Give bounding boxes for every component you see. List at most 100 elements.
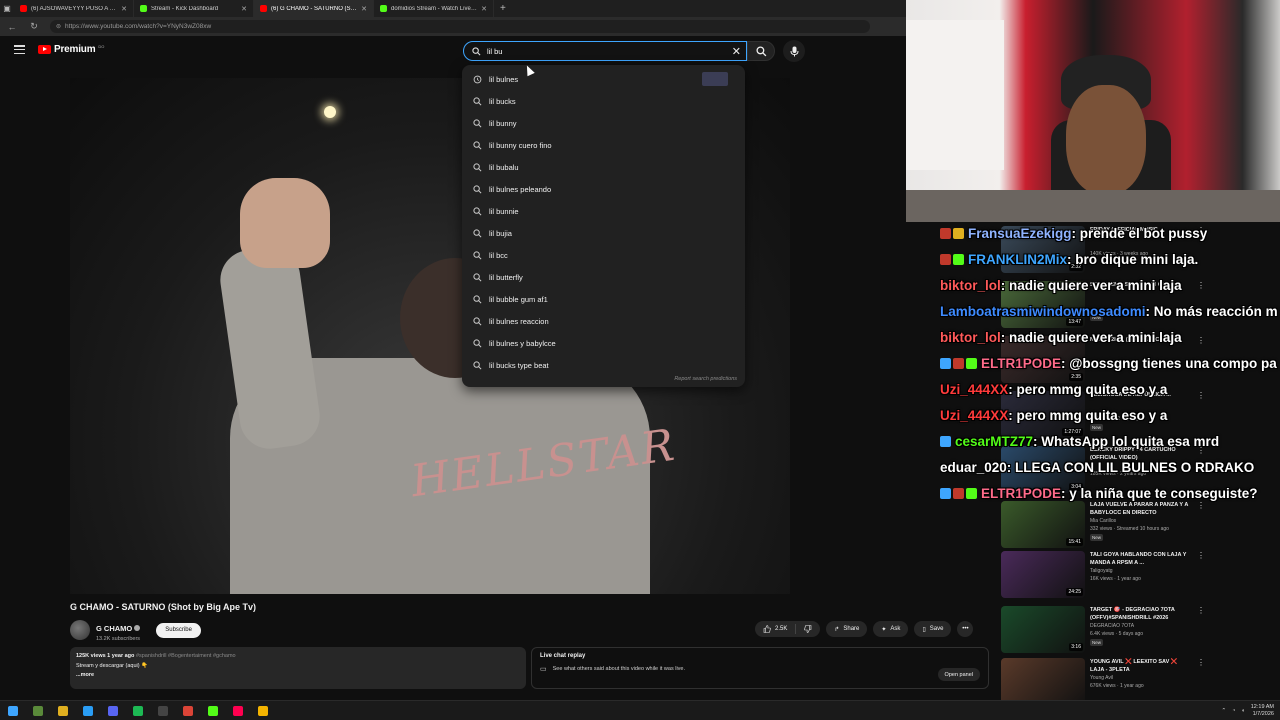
youtube-premium-logo[interactable]: Premium DO bbox=[38, 44, 104, 55]
window-menu-icon[interactable]: ▣ bbox=[0, 0, 14, 17]
tab-close-icon[interactable]: ✕ bbox=[121, 5, 127, 13]
tray-chevron-icon[interactable]: ⌃ bbox=[1221, 708, 1226, 714]
video-duration: 24:25 bbox=[1066, 588, 1083, 596]
browser-tab[interactable]: (6) AJSOWAVEYYY PUSO A MINI LAJA ✕ bbox=[14, 0, 134, 17]
description-hashtags[interactable]: #spanishdrill #Bogentertaiment #gchamo bbox=[136, 653, 236, 659]
recommended-video-title[interactable]: Young Avil ❌ Leexito Sav ❌ Laja - 3PLETA bbox=[1090, 658, 1190, 674]
tab-close-icon[interactable]: ✕ bbox=[241, 5, 247, 13]
more-link[interactable]: ...more bbox=[76, 671, 520, 681]
volume-icon[interactable]: ◖ bbox=[1241, 708, 1244, 714]
search-suggestion[interactable]: lil bulnes bbox=[462, 68, 745, 90]
video-thumbnail[interactable]: 24:25 bbox=[1001, 551, 1085, 598]
chat-badge-icon bbox=[940, 228, 951, 239]
youtube-play-icon bbox=[38, 45, 51, 54]
browser-tab[interactable]: (6) G CHAMO - SATURNO (Shot by Big Ape T… bbox=[254, 0, 374, 17]
taskbar-app-button[interactable] bbox=[150, 701, 175, 720]
recommended-video[interactable]: 3:16 TARGET 🎯 - DEGRACIAO 7OTA (OFFV)#sp… bbox=[1001, 606, 1280, 654]
more-vertical-icon[interactable]: ⋮ bbox=[1197, 658, 1205, 667]
dislike-button[interactable] bbox=[796, 621, 820, 637]
webcam-streamer-face bbox=[1066, 85, 1146, 195]
url-field[interactable]: ⊜ https://www.youtube.com/watch?v=YNyN3w… bbox=[50, 20, 870, 33]
more-actions-button[interactable]: ••• bbox=[957, 621, 974, 637]
chrome-profile-icon bbox=[257, 705, 268, 716]
share-icon: ↱ bbox=[834, 626, 840, 633]
search-suggestion[interactable]: lil bulnes reaccion bbox=[462, 310, 745, 332]
clear-search-icon[interactable]: ✕ bbox=[732, 45, 741, 58]
browser-tab[interactable]: Stream - Kick Dashboard ✕ bbox=[134, 0, 254, 17]
logo-country-code: DO bbox=[98, 44, 105, 49]
channel-name[interactable]: G CHAMO bbox=[96, 624, 132, 633]
recommended-channel[interactable]: Young Avil bbox=[1090, 675, 1113, 681]
search-suggestion[interactable]: lil bunnie bbox=[462, 200, 745, 222]
taskbar-app-button[interactable] bbox=[200, 701, 225, 720]
network-icon[interactable]: ◔ bbox=[1232, 708, 1235, 714]
subscribe-button[interactable]: Subscribe bbox=[156, 622, 201, 638]
taskbar-app-button[interactable] bbox=[25, 701, 50, 720]
windows-start-icon bbox=[7, 705, 18, 716]
video-thumbnail[interactable]: 3:16 bbox=[1001, 606, 1085, 653]
search-suggestion[interactable]: lil bujia bbox=[462, 222, 745, 244]
tab-close-icon[interactable]: ✕ bbox=[361, 5, 367, 13]
search-suggestion[interactable]: lil bubble gum af1 bbox=[462, 288, 745, 310]
search-suggestion[interactable]: lil bulnes y babylcce bbox=[462, 332, 745, 354]
share-button[interactable]: ↱ Share bbox=[826, 621, 868, 637]
open-panel-button[interactable]: Open panel bbox=[937, 668, 980, 681]
search-suggestion[interactable]: lil bucks bbox=[462, 90, 745, 112]
report-predictions-link[interactable]: Report search predictions bbox=[674, 376, 737, 382]
search-suggestion[interactable]: lil bulnes peleando bbox=[462, 178, 745, 200]
chat-message: Uzi_444XX: pero mmg quita eso y a bbox=[940, 382, 1167, 397]
like-dislike-group: 2.5K bbox=[755, 621, 821, 637]
search-button[interactable] bbox=[747, 41, 775, 61]
search-suggestion[interactable]: lil bunny cuero fino bbox=[462, 134, 745, 156]
recommended-video-title[interactable]: TALI GOYA HABLANDO CON LAJA Y MANDA A RP… bbox=[1090, 551, 1190, 567]
chat-text: : bro dique mini laja. bbox=[1067, 252, 1199, 267]
save-button[interactable]: ▯ Save bbox=[914, 621, 952, 637]
new-tab-button[interactable]: + bbox=[494, 3, 512, 14]
taskbar-app-button[interactable] bbox=[250, 701, 275, 720]
recommended-channel[interactable]: Mia Carillos bbox=[1090, 518, 1116, 524]
taskbar-app-button[interactable] bbox=[50, 701, 75, 720]
taskbar-app-button[interactable] bbox=[175, 701, 200, 720]
search-suggestion[interactable]: lil butterfly bbox=[462, 266, 745, 288]
taskbar-icons bbox=[0, 701, 275, 720]
reload-icon[interactable]: ↻ bbox=[28, 21, 40, 32]
search-suggestion[interactable]: lil bucks type beat bbox=[462, 354, 745, 376]
voice-search-button[interactable] bbox=[783, 40, 805, 62]
recommended-video[interactable]: 24:25 TALI GOYA HABLANDO CON LAJA Y MAND… bbox=[1001, 551, 1280, 599]
menu-icon[interactable] bbox=[14, 45, 25, 54]
description-box[interactable]: 125K views 1 year ago #spanishdrill #Bog… bbox=[70, 647, 526, 689]
suggestion-text: lil bunny cuero fino bbox=[489, 140, 552, 150]
chat-message: eduar_020: LLEGA CON LIL BULNES O RDRAKO bbox=[940, 460, 1254, 475]
search-suggestion[interactable]: lil bunny bbox=[462, 112, 745, 134]
search-input[interactable]: lil bu ✕ bbox=[463, 41, 747, 61]
taskbar-app-button[interactable] bbox=[125, 701, 150, 720]
like-button[interactable]: 2.5K bbox=[755, 621, 795, 637]
browser-tab[interactable]: domidios Stream - Watch Live on Kick ✕ bbox=[374, 0, 494, 17]
minecraft-icon bbox=[32, 705, 43, 716]
ask-button[interactable]: ✦ Ask bbox=[873, 621, 909, 637]
recommended-video[interactable]: Young Avil ❌ Leexito Sav ❌ Laja - 3PLETA… bbox=[1001, 658, 1280, 706]
clock[interactable]: 12:19 AM 1/7/2026 bbox=[1251, 704, 1274, 718]
search-suggestion[interactable]: lil bcc bbox=[462, 244, 745, 266]
chat-text: : pero mmg quita eso y a bbox=[1008, 408, 1168, 423]
taskbar-app-button[interactable] bbox=[0, 701, 25, 720]
taskbar-app-button[interactable] bbox=[100, 701, 125, 720]
more-vertical-icon[interactable]: ⋮ bbox=[1197, 606, 1205, 615]
chat-message: biktor_lol: nadie quiere ver a mini laja bbox=[940, 278, 1182, 293]
search-suggestion[interactable]: lil bubalu bbox=[462, 156, 745, 178]
site-info-icon[interactable]: ⊜ bbox=[56, 23, 61, 30]
recommended-video-title[interactable]: TARGET 🎯 - DEGRACIAO 7OTA (OFFV)#spanish… bbox=[1090, 606, 1190, 622]
more-vertical-icon[interactable]: ⋮ bbox=[1197, 551, 1205, 560]
video-thumbnail[interactable] bbox=[1001, 658, 1085, 705]
view-count-date: 125K views 1 year ago bbox=[76, 653, 135, 659]
tab-close-icon[interactable]: ✕ bbox=[481, 5, 487, 13]
search-icon bbox=[473, 294, 482, 303]
taskbar-app-button[interactable] bbox=[75, 701, 100, 720]
recommended-channel[interactable]: Taligoyatg bbox=[1090, 568, 1113, 574]
taskbar-app-button[interactable] bbox=[225, 701, 250, 720]
webcam-overlay bbox=[906, 0, 1280, 222]
channel-avatar[interactable] bbox=[70, 620, 90, 640]
windows-taskbar: ⌃ ◔ ◖ 12:19 AM 1/7/2026 bbox=[0, 700, 1280, 720]
recommended-channel[interactable]: DEGRACIAO 7OTA bbox=[1090, 623, 1134, 629]
back-arrow-icon[interactable]: ← bbox=[6, 22, 18, 32]
